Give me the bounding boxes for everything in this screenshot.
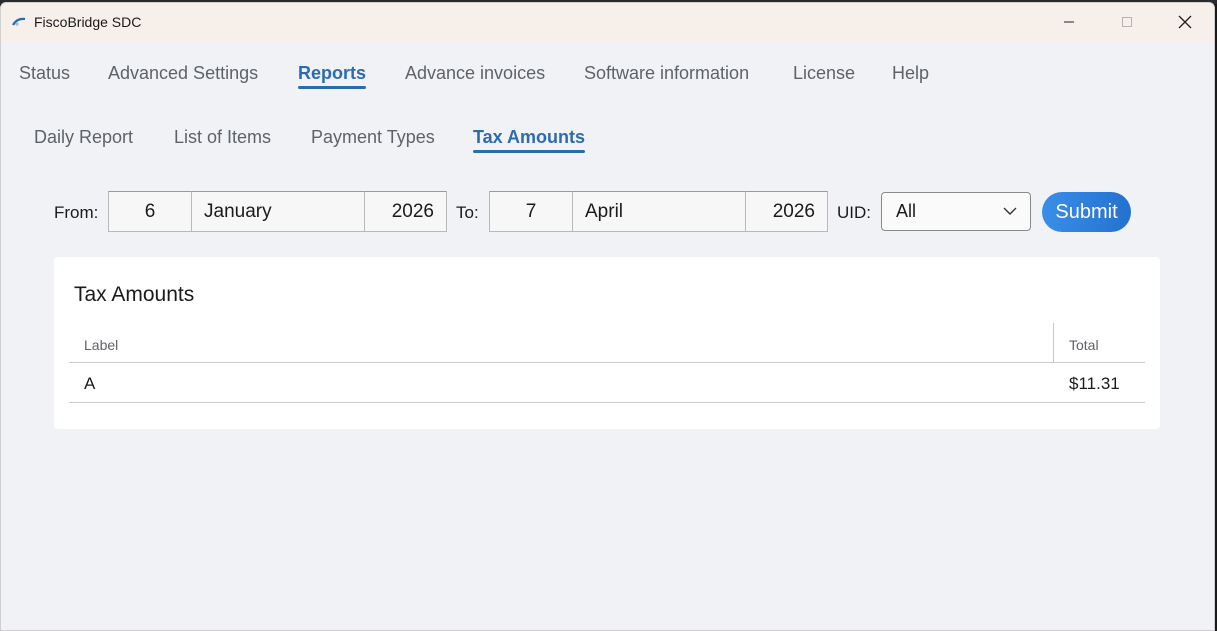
subtab-payment-types[interactable]: Payment Types bbox=[311, 125, 435, 155]
submit-button[interactable]: Submit bbox=[1042, 192, 1131, 232]
maximize-icon bbox=[1122, 17, 1132, 27]
window-title: FiscoBridge SDC bbox=[34, 14, 142, 30]
tab-software-information[interactable]: Software information bbox=[584, 61, 749, 91]
column-divider[interactable] bbox=[1053, 323, 1054, 363]
tab-license[interactable]: License bbox=[793, 61, 855, 91]
chevron-down-icon bbox=[1003, 207, 1017, 215]
close-icon bbox=[1178, 15, 1192, 29]
from-label: From: bbox=[54, 203, 99, 222]
tab-status[interactable]: Status bbox=[19, 61, 70, 91]
from-month-field[interactable]: January bbox=[191, 191, 365, 232]
minimize-icon bbox=[1064, 21, 1074, 23]
row-label: A bbox=[84, 374, 96, 393]
tax-amounts-card: Tax Amounts Label Total A $11.31 bbox=[54, 257, 1160, 429]
to-month-field[interactable]: April bbox=[572, 191, 746, 232]
close-button[interactable] bbox=[1156, 3, 1214, 41]
card-title: Tax Amounts bbox=[74, 283, 195, 306]
table-row[interactable]: A $11.31 bbox=[69, 363, 1145, 403]
subtab-daily-report[interactable]: Daily Report bbox=[34, 125, 133, 155]
row-total: $11.31 bbox=[1069, 374, 1120, 393]
column-header-total[interactable]: Total bbox=[1069, 337, 1099, 353]
tab-reports[interactable]: Reports bbox=[298, 61, 367, 91]
subtab-list-of-items[interactable]: List of Items bbox=[174, 125, 271, 155]
table-header: Label Total bbox=[69, 323, 1145, 363]
from-year-field[interactable]: 2026 bbox=[364, 191, 447, 232]
maximize-button[interactable] bbox=[1098, 3, 1156, 41]
column-header-label[interactable]: Label bbox=[84, 337, 118, 353]
title-bar: FiscoBridge SDC bbox=[1, 3, 1214, 41]
to-day-field[interactable]: 7 bbox=[489, 191, 573, 232]
tab-advanced-settings[interactable]: Advanced Settings bbox=[108, 61, 258, 91]
app-logo-icon bbox=[12, 16, 28, 28]
app-window: FiscoBridge SDC Status Advanced Settings… bbox=[0, 2, 1215, 631]
tax-amounts-table: Label Total A $11.31 bbox=[69, 323, 1145, 403]
tab-advance-invoices[interactable]: Advance invoices bbox=[405, 61, 545, 91]
uid-label: UID: bbox=[837, 203, 871, 222]
to-year-field[interactable]: 2026 bbox=[745, 191, 828, 232]
subtab-tax-amounts[interactable]: Tax Amounts bbox=[473, 125, 586, 155]
from-day-field[interactable]: 6 bbox=[108, 191, 192, 232]
to-label: To: bbox=[456, 203, 479, 222]
uid-selected-value: All bbox=[896, 201, 917, 221]
tab-help[interactable]: Help bbox=[892, 61, 929, 91]
uid-select[interactable]: All bbox=[881, 192, 1031, 231]
minimize-button[interactable] bbox=[1040, 3, 1098, 41]
